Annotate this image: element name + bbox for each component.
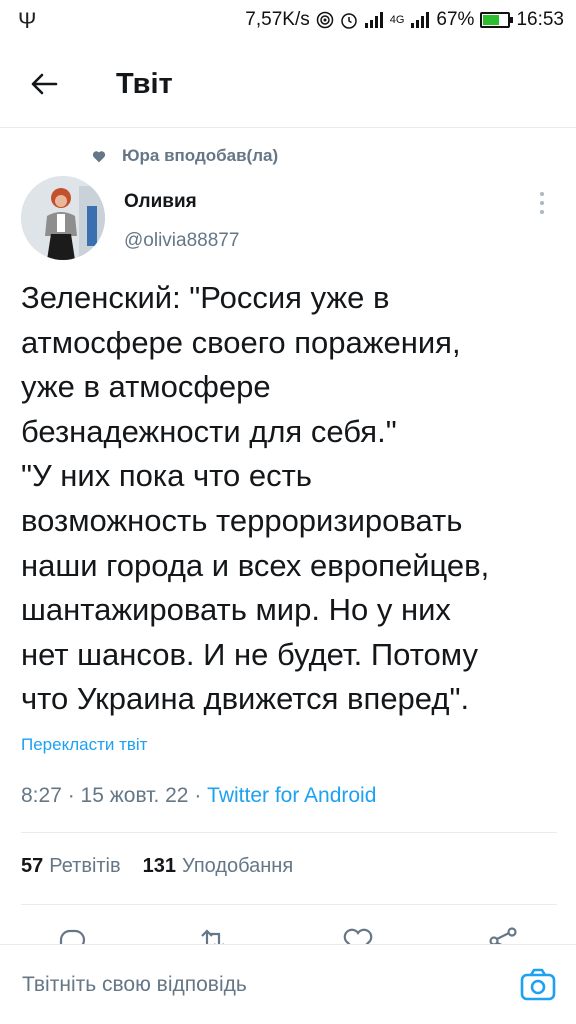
- liked-by-text: Юра вподобав(ла): [122, 146, 279, 165]
- tweet-text: Зеленский: "Россия уже в атмосфере своего…: [21, 276, 561, 722]
- signal-icon-2: [411, 12, 430, 28]
- tweet-date: 15 жовт. 22: [80, 784, 189, 807]
- tweet-actions: [0, 920, 576, 944]
- more-vertical-icon[interactable]: [530, 188, 554, 218]
- reply-icon[interactable]: [55, 926, 89, 944]
- network-speed: 7,57K/s: [245, 9, 310, 30]
- tweet-source[interactable]: Twitter for Android: [207, 784, 376, 807]
- tweet-time: 8:27: [21, 784, 62, 807]
- tweet-line: что Украина движется вперед".: [21, 681, 470, 717]
- retweets-count[interactable]: 57: [21, 855, 43, 878]
- tweet-line: уже в атмосфере: [21, 369, 271, 405]
- battery-icon: [480, 12, 514, 28]
- likes-count[interactable]: 131: [143, 855, 176, 878]
- tweet-line: "У них пока что есть: [21, 458, 312, 494]
- like-icon[interactable]: [341, 926, 375, 944]
- tweet-line: безнадежности для себя.": [21, 413, 397, 449]
- arrow-left-icon: [31, 73, 58, 95]
- network-type: 4G: [389, 14, 405, 26]
- reply-input[interactable]: Твітніть свою відповідь: [22, 973, 247, 997]
- alarm-icon: [340, 13, 357, 29]
- tweet-line: атмосфере своего поражения,: [21, 324, 461, 360]
- usb-icon: Ψ: [18, 8, 37, 33]
- author-name[interactable]: Оливия: [124, 191, 197, 213]
- tweet-line: Зеленский: "Россия уже в: [21, 280, 390, 315]
- page-title: Твіт: [116, 68, 173, 100]
- retweets-label[interactable]: Ретвітів: [49, 855, 120, 878]
- tweet-meta: 8:27 · 15 жовт. 22 · Twitter for Android: [21, 784, 376, 808]
- tweet-line: наши города и всех европейцев,: [21, 547, 490, 583]
- separator: ·: [67, 784, 81, 807]
- hotspot-icon: [316, 11, 333, 29]
- status-icons: 7,57K/s 4G 67% 16:53: [245, 9, 564, 31]
- avatar-image: [21, 176, 105, 260]
- translate-link[interactable]: Перекласти твіт: [21, 735, 147, 755]
- tweet-line: возможность терроризировать: [21, 502, 463, 538]
- reply-bar: Твітніть свою відповідь: [0, 944, 576, 1024]
- back-button[interactable]: [22, 62, 66, 106]
- battery-percent: 67%: [436, 9, 475, 30]
- share-icon[interactable]: [486, 926, 520, 944]
- signal-icon: [364, 12, 383, 28]
- avatar[interactable]: [21, 176, 105, 260]
- app-header: Твіт: [0, 40, 576, 128]
- divider: [21, 904, 557, 905]
- tweet-stats: 57 Ретвітів 131 Уподобання: [21, 855, 309, 878]
- camera-icon[interactable]: [518, 965, 558, 1005]
- clock: 16:53: [516, 9, 564, 30]
- heart-icon: [92, 150, 106, 162]
- status-bar: Ψ 7,57K/s 4G 67% 16:53: [0, 0, 576, 40]
- tweet-line: нет шансов. И не будет. Потому: [21, 636, 478, 672]
- retweet-icon[interactable]: [196, 926, 230, 944]
- likes-label[interactable]: Уподобання: [182, 855, 293, 878]
- divider: [21, 832, 557, 833]
- author-handle[interactable]: @olivia88877: [124, 230, 239, 252]
- separator: ·: [194, 784, 208, 807]
- social-context: Юра вподобав(ла): [92, 143, 278, 169]
- tweet-line: шантажировать мир. Но у них: [21, 592, 451, 628]
